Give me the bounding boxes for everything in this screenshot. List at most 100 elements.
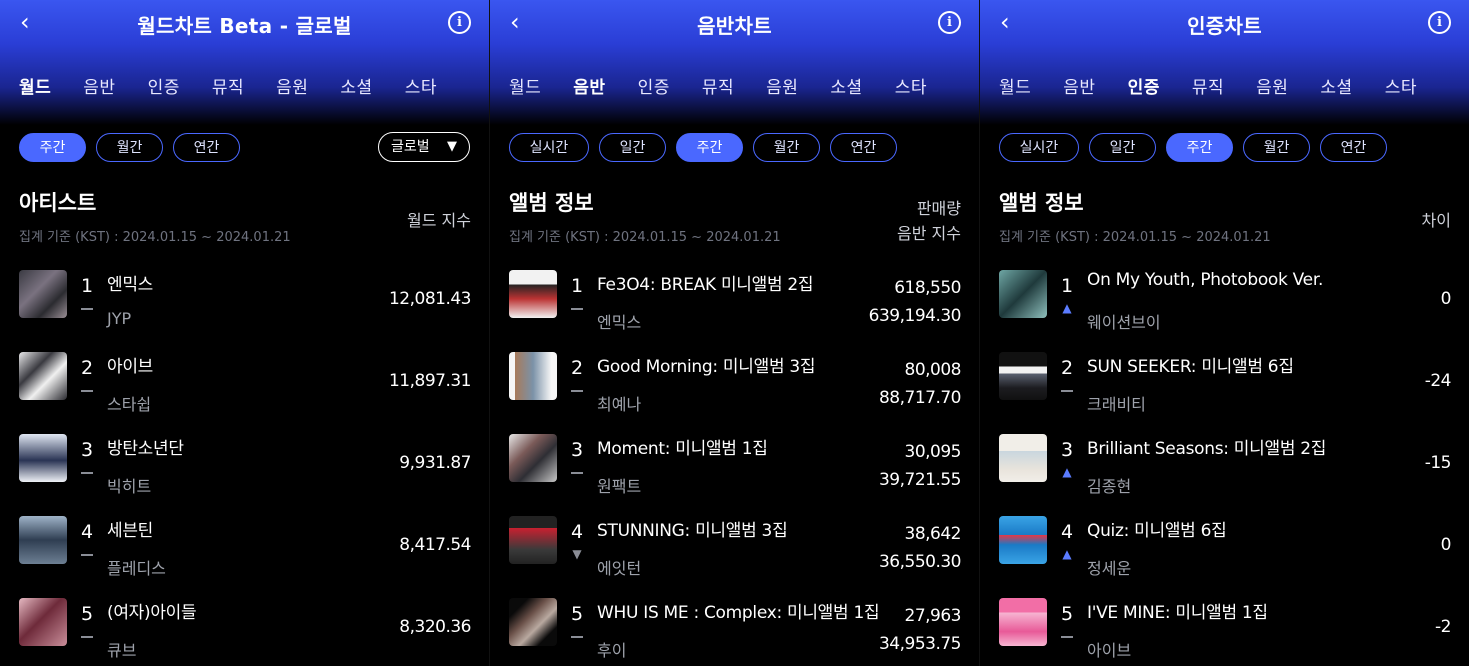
album-name: WHU IS ME : Complex: 미니앨범 1집 bbox=[597, 603, 880, 623]
rank: 2 bbox=[80, 357, 94, 379]
artist-name: 크래비티 bbox=[1087, 395, 1146, 414]
pill-yearly[interactable]: 연간 bbox=[173, 133, 240, 162]
pill-monthly[interactable]: 월간 bbox=[1243, 133, 1310, 162]
tab-cert[interactable]: 인증 bbox=[1128, 73, 1160, 98]
rank-change-same-icon bbox=[80, 465, 94, 479]
pill-realtime[interactable]: 실시간 bbox=[509, 133, 589, 162]
album-index-value: 88,717.70 bbox=[878, 388, 962, 408]
album-thumbnail bbox=[999, 598, 1047, 646]
tab-world[interactable]: 월드 bbox=[999, 73, 1031, 98]
page-title: 월드차트 Beta - 글로벌 bbox=[137, 14, 352, 38]
tab-star[interactable]: 스타 bbox=[1385, 73, 1417, 98]
agency: 큐브 bbox=[107, 641, 137, 660]
pill-monthly[interactable]: 월간 bbox=[96, 133, 163, 162]
rank-change-same-icon bbox=[570, 629, 584, 643]
section-title: 아티스트 bbox=[19, 191, 97, 215]
rank: 4 bbox=[570, 521, 584, 543]
tab-music[interactable]: 뮤직 bbox=[1192, 73, 1224, 98]
artist-name: 최예나 bbox=[597, 395, 642, 414]
chart-row[interactable]: 4 ▼ STUNNING: 미니앨범 3집 에잇턴 38,642 36,550.… bbox=[490, 511, 979, 593]
pill-weekly[interactable]: 주간 bbox=[1166, 133, 1233, 162]
agency: 플레디스 bbox=[107, 559, 166, 578]
tab-social[interactable]: 소셜 bbox=[830, 73, 862, 98]
album-thumbnail bbox=[999, 270, 1047, 318]
tab-digital[interactable]: 음원 bbox=[276, 73, 308, 98]
chart-row[interactable]: 2 Good Morning: 미니앨범 3집 최예나 80,008 88,71… bbox=[490, 347, 979, 429]
agency: 빅히트 bbox=[107, 477, 152, 496]
sales-value: 38,642 bbox=[904, 524, 962, 544]
album-name: Good Morning: 미니앨범 3집 bbox=[597, 357, 816, 377]
tab-cert[interactable]: 인증 bbox=[148, 73, 180, 98]
tab-music[interactable]: 뮤직 bbox=[212, 73, 244, 98]
rank: 3 bbox=[80, 439, 94, 461]
tab-social[interactable]: 소셜 bbox=[1320, 73, 1352, 98]
tab-digital[interactable]: 음원 bbox=[766, 73, 798, 98]
artist-thumbnail bbox=[19, 516, 67, 564]
album-name: STUNNING: 미니앨범 3집 bbox=[597, 521, 788, 541]
rank: 1 bbox=[570, 275, 584, 297]
chart-row[interactable]: 5 I'VE MINE: 미니앨범 1집 아이브 -2 bbox=[980, 593, 1469, 666]
artist-name: 웨이션브이 bbox=[1087, 313, 1161, 332]
page-title: 음반차트 bbox=[697, 14, 772, 38]
column-header-difference: 차이 bbox=[1421, 211, 1451, 230]
tab-star[interactable]: 스타 bbox=[895, 73, 927, 98]
tab-star[interactable]: 스타 bbox=[405, 73, 437, 98]
category-tabs: 월드 음반 인증 뮤직 음원 소셜 스타 bbox=[19, 73, 469, 98]
tab-social[interactable]: 소셜 bbox=[340, 73, 372, 98]
period-pills: 주간 월간 연간 bbox=[19, 133, 250, 162]
tab-album[interactable]: 음반 bbox=[1063, 73, 1095, 98]
pill-daily[interactable]: 일간 bbox=[599, 133, 666, 162]
world-index-value: 8,417.54 bbox=[399, 535, 471, 555]
difference-value: 0 bbox=[1440, 289, 1452, 309]
album-thumbnail bbox=[999, 516, 1047, 564]
album-index-value: 34,953.75 bbox=[878, 634, 962, 654]
chart-row[interactable]: 4 세븐틴 플레디스 8,417.54 bbox=[0, 511, 489, 593]
chart-row[interactable]: 3 Moment: 미니앨범 1집 원팩트 30,095 39,721.55 bbox=[490, 429, 979, 511]
chart-row[interactable]: 3 ▲ Brilliant Seasons: 미니앨범 2집 김종현 -15 bbox=[980, 429, 1469, 511]
period-pills: 실시간 일간 주간 월간 연간 bbox=[999, 133, 1397, 162]
tab-world[interactable]: 월드 bbox=[19, 73, 51, 98]
difference-value: -15 bbox=[1424, 453, 1452, 473]
category-tabs: 월드 음반 인증 뮤직 음원 소셜 스타 bbox=[509, 73, 959, 98]
chart-row[interactable]: 2 SUN SEEKER: 미니앨범 6집 크래비티 -24 bbox=[980, 347, 1469, 429]
date-range: 집계 기준 (KST) : 2024.01.15 ~ 2024.01.21 bbox=[999, 230, 1271, 245]
pill-daily[interactable]: 일간 bbox=[1089, 133, 1156, 162]
rank-change-up-icon: ▲ bbox=[1062, 465, 1072, 479]
header: ‹ 음반차트 i bbox=[490, 0, 979, 46]
rank: 5 bbox=[1060, 603, 1074, 625]
pill-yearly[interactable]: 연간 bbox=[830, 133, 897, 162]
pill-yearly[interactable]: 연간 bbox=[1320, 133, 1387, 162]
album-name: Fe3O4: BREAK 미니앨범 2집 bbox=[597, 275, 814, 295]
chart-row[interactable]: 1 ▲ On My Youth, Photobook Ver. 웨이션브이 0 bbox=[980, 265, 1469, 347]
chart-row[interactable]: 2 아이브 스타쉽 11,897.31 bbox=[0, 347, 489, 429]
pill-weekly[interactable]: 주간 bbox=[676, 133, 743, 162]
info-icon[interactable]: i bbox=[448, 11, 471, 34]
tab-album[interactable]: 음반 bbox=[573, 73, 605, 98]
info-icon[interactable]: i bbox=[1428, 11, 1451, 34]
chart-row[interactable]: 5 WHU IS ME : Complex: 미니앨범 1집 후이 27,963… bbox=[490, 593, 979, 666]
tab-album[interactable]: 음반 bbox=[83, 73, 115, 98]
artist-name: 원팩트 bbox=[597, 477, 642, 496]
tab-music[interactable]: 뮤직 bbox=[702, 73, 734, 98]
chart-row[interactable]: 5 (여자)아이들 큐브 8,320.36 bbox=[0, 593, 489, 666]
chart-row[interactable]: 3 방탄소년단 빅히트 9,931.87 bbox=[0, 429, 489, 511]
pill-weekly[interactable]: 주간 bbox=[19, 133, 86, 162]
period-pills: 실시간 일간 주간 월간 연간 bbox=[509, 133, 907, 162]
world-index-value: 9,931.87 bbox=[399, 453, 471, 473]
tab-digital[interactable]: 음원 bbox=[1256, 73, 1288, 98]
chart-row[interactable]: 4 ▲ Quiz: 미니앨범 6집 정세운 0 bbox=[980, 511, 1469, 593]
artist-thumbnail bbox=[19, 434, 67, 482]
info-icon[interactable]: i bbox=[938, 11, 961, 34]
chart-row[interactable]: 1 Fe3O4: BREAK 미니앨범 2집 엔믹스 618,550 639,1… bbox=[490, 265, 979, 347]
tab-world[interactable]: 월드 bbox=[509, 73, 541, 98]
rank-change-up-icon: ▲ bbox=[1062, 547, 1072, 561]
pill-monthly[interactable]: 월간 bbox=[753, 133, 820, 162]
rank: 1 bbox=[80, 275, 94, 297]
page-title: 인증차트 bbox=[1187, 14, 1262, 38]
pill-realtime[interactable]: 실시간 bbox=[999, 133, 1079, 162]
tab-cert[interactable]: 인증 bbox=[638, 73, 670, 98]
chart-row[interactable]: 1 엔믹스 JYP 12,081.43 bbox=[0, 265, 489, 347]
album-index-value: 39,721.55 bbox=[878, 470, 962, 490]
region-dropdown[interactable]: 글로벌 ▼ bbox=[378, 132, 470, 162]
rank-change-same-icon bbox=[80, 629, 94, 643]
